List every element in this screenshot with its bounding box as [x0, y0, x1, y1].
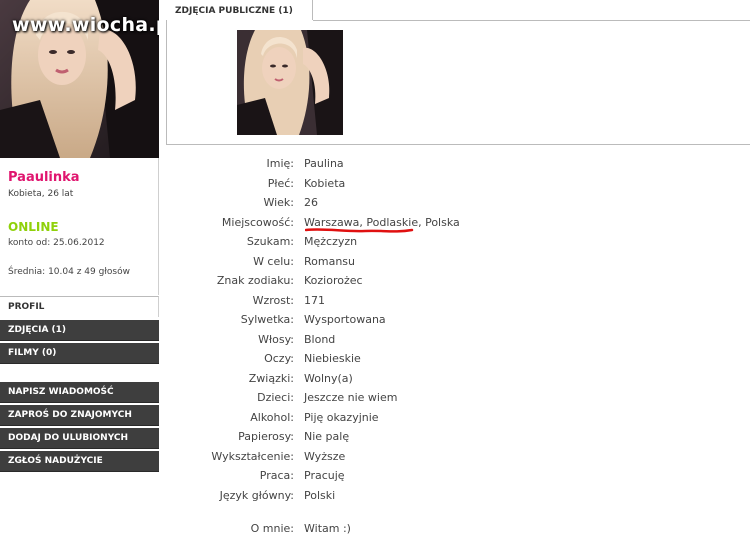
- detail-row: Włosy: Blond: [258, 333, 336, 346]
- detail-row: Wzrost: 171: [252, 294, 325, 307]
- photo-thumbnail[interactable]: [237, 30, 343, 135]
- detail-row: Papierosy: Nie palę: [238, 430, 350, 443]
- detail-row: Oczy: Niebieskie: [264, 352, 361, 365]
- detail-row: Znak zodiaku: Koziorożec: [216, 274, 363, 287]
- detail-row: Praca: Pracuję: [259, 469, 345, 482]
- detail-row: Sylwetka: Wysportowana: [240, 313, 386, 326]
- red-underline-annotation: [305, 228, 414, 233]
- detail-row: Dzieci: Jeszcze nie wiem: [257, 391, 398, 404]
- gallery-tab-divider: [313, 20, 750, 21]
- detail-row: Imię: Paulina: [266, 157, 344, 170]
- detail-row: Związki: Wolny(a): [248, 372, 353, 385]
- detail-row: Wiek: 26: [263, 196, 318, 209]
- detail-row: W celu: Romansu: [253, 255, 356, 268]
- tab-public-photos[interactable]: ZDJĘCIA PUBLICZNE (1): [166, 0, 313, 20]
- detail-row: Szukam: Mężczyzn: [246, 235, 358, 248]
- detail-row: O mnie: Witam :): [250, 522, 351, 535]
- photo-thumbnail-image: [237, 30, 343, 135]
- detail-row: Język główny: Polski: [219, 489, 336, 502]
- detail-row: Wykształcenie: Wyższe: [211, 450, 346, 463]
- detail-row: Płeć: Kobieta: [267, 177, 346, 190]
- watermark-text: www.wiocha.pl: [12, 14, 159, 36]
- detail-row: Alkohol: Piję okazyjnie: [250, 411, 379, 424]
- profile-photo[interactable]: www.wiocha.pl: [0, 0, 159, 158]
